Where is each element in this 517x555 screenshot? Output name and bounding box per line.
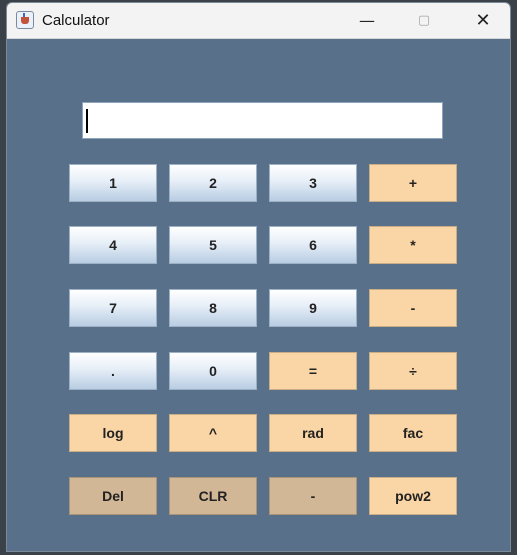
divide-button[interactable]: ÷ xyxy=(369,352,457,390)
power-button[interactable]: ^ xyxy=(169,414,257,452)
close-button[interactable]: ✕ xyxy=(460,3,506,38)
clear-button[interactable]: CLR xyxy=(169,477,257,515)
multiply-button[interactable]: * xyxy=(369,226,457,264)
key-0[interactable]: 0 xyxy=(169,352,257,390)
java-cup-icon xyxy=(16,11,34,29)
key-7[interactable]: 7 xyxy=(69,289,157,327)
display-field[interactable] xyxy=(82,102,443,139)
key-9[interactable]: 9 xyxy=(269,289,357,327)
key-2[interactable]: 2 xyxy=(169,164,257,202)
calculator-window: Calculator — ▢ ✕ 1 2 3 + 4 5 6 * 7 8 9 -… xyxy=(6,2,511,552)
maximize-button[interactable]: ▢ xyxy=(401,3,447,38)
text-caret xyxy=(86,109,88,133)
window-title: Calculator xyxy=(42,12,110,29)
radians-button[interactable]: rad xyxy=(269,414,357,452)
subtract-button[interactable]: - xyxy=(369,289,457,327)
factorial-button[interactable]: fac xyxy=(369,414,457,452)
equals-button[interactable]: = xyxy=(269,352,357,390)
key-6[interactable]: 6 xyxy=(269,226,357,264)
square-button[interactable]: pow2 xyxy=(369,477,457,515)
key-8[interactable]: 8 xyxy=(169,289,257,327)
title-bar[interactable]: Calculator — ▢ ✕ xyxy=(7,3,510,39)
minimize-button[interactable]: — xyxy=(344,3,390,38)
add-button[interactable]: + xyxy=(369,164,457,202)
log-button[interactable]: log xyxy=(69,414,157,452)
key-5[interactable]: 5 xyxy=(169,226,257,264)
key-4[interactable]: 4 xyxy=(69,226,157,264)
negate-button[interactable]: - xyxy=(269,477,357,515)
delete-button[interactable]: Del xyxy=(69,477,157,515)
key-3[interactable]: 3 xyxy=(269,164,357,202)
decimal-point-button[interactable]: . xyxy=(69,352,157,390)
key-1[interactable]: 1 xyxy=(69,164,157,202)
